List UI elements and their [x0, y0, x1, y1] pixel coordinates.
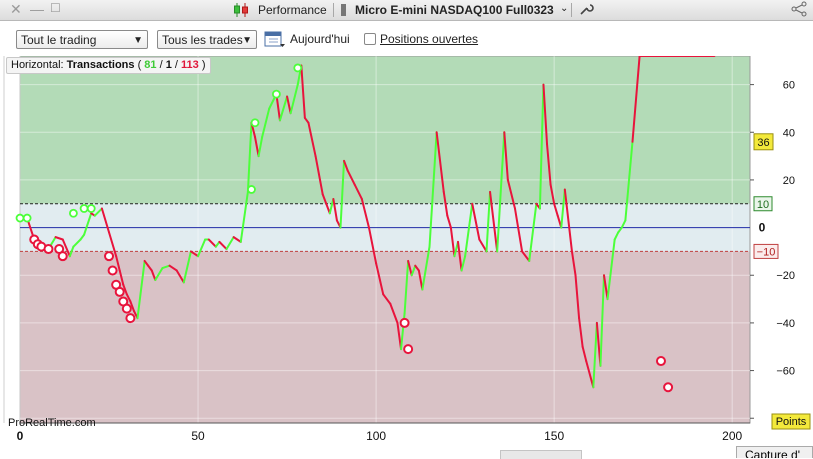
streak-marker-down[interactable]: [403, 344, 414, 355]
streak-marker-down[interactable]: [121, 303, 132, 314]
y-tick-label: 60: [783, 80, 795, 92]
streak-marker-down[interactable]: [43, 244, 54, 255]
streak-marker-down[interactable]: [104, 251, 115, 262]
streak-marker-up[interactable]: [250, 118, 260, 128]
streak-marker-down[interactable]: [107, 265, 118, 276]
instrument-selector[interactable]: Micro E-mini NASDAQ100 Full0323: [355, 3, 554, 17]
y-tick-label: 20: [783, 175, 795, 187]
losses-count: 113: [181, 59, 199, 71]
y-tick-label: −60: [776, 366, 795, 378]
horizontal-mode[interactable]: Transactions: [67, 59, 135, 71]
screenshot-popup[interactable]: Capture d': [736, 446, 813, 458]
horizontal-prefix: Horizontal:: [11, 59, 64, 71]
open-positions-checkbox[interactable]: [364, 33, 376, 45]
x-tick-label: 150: [544, 429, 564, 443]
streak-marker-down[interactable]: [114, 286, 125, 297]
open-positions-label[interactable]: Positions ouvertes: [380, 32, 478, 46]
sep-2: /: [174, 59, 178, 71]
sep-1: /: [159, 59, 163, 71]
horizontal-axis-label: Horizontal: Transactions ( 81 / 1 / 113 …: [6, 57, 211, 74]
streak-marker-down[interactable]: [655, 356, 666, 367]
streak-marker-down[interactable]: [399, 317, 410, 328]
calendar-icon[interactable]: [264, 29, 286, 52]
candlestick-icon: [232, 2, 250, 21]
chevron-down-icon: ▼: [133, 35, 143, 46]
lower-threshold-value: −10: [757, 246, 776, 258]
trading-scope-value: Tout le trading: [21, 33, 97, 47]
trading-scope-select[interactable]: Tout le trading ▼: [16, 30, 148, 49]
streak-marker-up[interactable]: [86, 204, 96, 213]
paren-close: ): [201, 59, 206, 71]
performance-label[interactable]: Performance: [258, 3, 327, 17]
equity-chart[interactable]: 604020−20−40−60−80 050100150200 100−1036…: [0, 56, 813, 458]
paren-open: (: [137, 59, 142, 71]
y-tick-label: −40: [776, 318, 795, 330]
neutral-count: 1: [165, 59, 172, 71]
watermark-text: ProRealTime.com: [8, 417, 96, 429]
trades-filter-select[interactable]: Tous les trades ▼: [157, 30, 257, 49]
streak-marker-down[interactable]: [57, 251, 68, 262]
streak-marker-up[interactable]: [22, 213, 32, 223]
streak-marker-up[interactable]: [293, 63, 303, 73]
loss-zone: [20, 251, 750, 423]
streak-marker-up[interactable]: [271, 89, 281, 99]
chevron-down-icon[interactable]: ⌄: [560, 3, 568, 14]
x-tick-label: 200: [722, 429, 742, 443]
streak-marker-up[interactable]: [15, 213, 25, 223]
streak-marker-down[interactable]: [125, 313, 136, 324]
streak-marker-up[interactable]: [79, 204, 89, 213]
y-tick-label: 40: [783, 127, 795, 139]
streak-marker-up[interactable]: [247, 185, 256, 194]
units-badge-text: Points: [776, 416, 807, 428]
share-icon[interactable]: [790, 1, 808, 20]
wrench-icon[interactable]: [578, 1, 594, 20]
x-tick-label: 0: [17, 429, 24, 443]
x-tick-label: 50: [191, 429, 205, 443]
equity-chart-area: 604020−20−40−60−80 050100150200 100−1036…: [0, 56, 813, 458]
streak-marker-up[interactable]: [69, 208, 78, 218]
maximize-icon[interactable]: ☐: [50, 1, 61, 15]
close-icon[interactable]: ✕: [10, 1, 22, 18]
y-tick-label: −20: [776, 270, 795, 282]
upper-threshold-value: 10: [757, 199, 769, 211]
streak-marker-down[interactable]: [663, 382, 674, 393]
trades-filter-value: Tous les trades: [162, 33, 243, 47]
today-button[interactable]: Aujourd'hui: [290, 32, 350, 46]
title-divider: [333, 3, 334, 17]
zero-value: 0: [759, 221, 766, 235]
wins-count: 81: [144, 59, 157, 71]
profit-zone: [20, 56, 750, 204]
x-axis-panel: [0, 424, 813, 458]
title-divider-2: [571, 3, 572, 17]
popup-text: Capture d': [745, 448, 800, 458]
window-titlebar: ✕ — ☐ Performance Micro E-mini NASDAQ100…: [0, 0, 813, 21]
lock-icon: [340, 2, 348, 21]
chevron-down-icon: ▼: [242, 35, 252, 46]
x-tick-label: 100: [366, 429, 386, 443]
filter-toolbar: Tout le trading ▼ Tous les trades ▼ Aujo…: [0, 21, 813, 57]
minimize-icon[interactable]: —: [30, 1, 44, 17]
current-value: 36: [757, 137, 769, 149]
